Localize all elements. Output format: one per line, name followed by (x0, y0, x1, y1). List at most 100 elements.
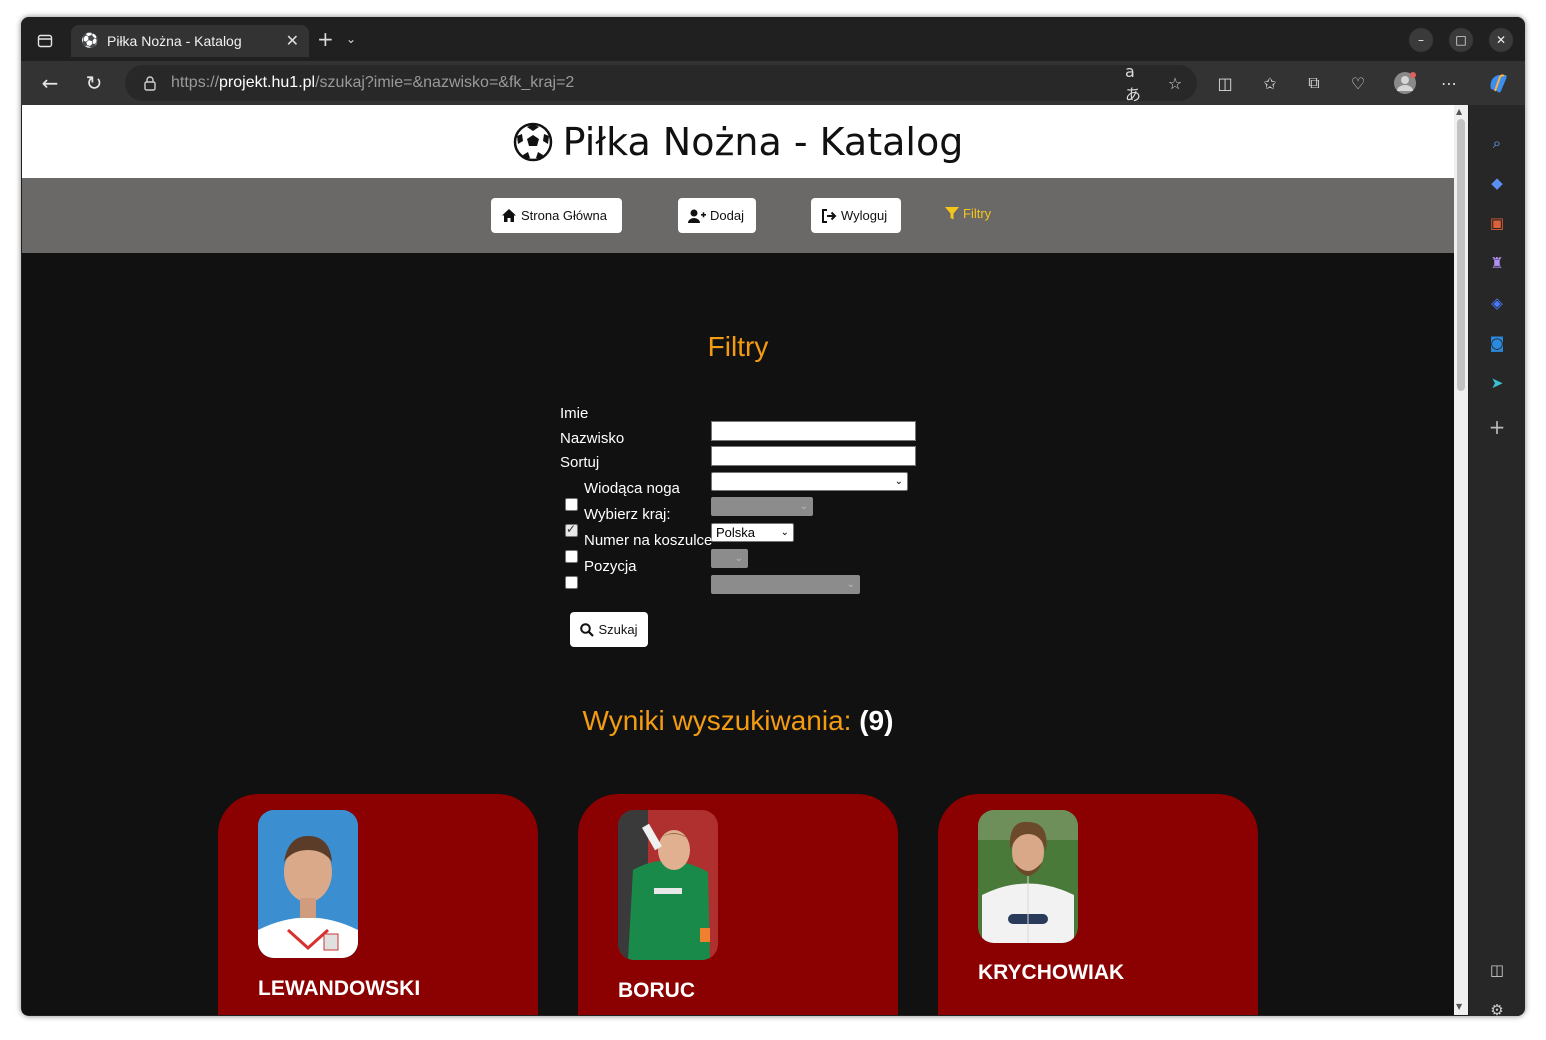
search-button[interactable]: Szukaj (570, 612, 648, 647)
split-screen-icon[interactable]: ◫ (1215, 73, 1235, 93)
search-icon[interactable]: ⌕ (1487, 133, 1507, 153)
player-name: BORUC (618, 979, 695, 1002)
search-icon (580, 622, 595, 637)
games-icon[interactable]: ♜ (1487, 253, 1507, 273)
soccer-ball-icon (513, 122, 552, 161)
position-label: Pozycja (584, 558, 637, 575)
logout-button-label: Wyloguj (841, 208, 888, 223)
browser-essentials-icon[interactable]: ♡ (1348, 73, 1368, 93)
favorite-star-icon[interactable]: ☆ (1165, 73, 1185, 93)
copilot-sidebar-icon[interactable]: ◈ (1487, 293, 1507, 313)
settings-gear-icon[interactable]: ⚙ (1487, 1000, 1507, 1016)
url-path: /szukaj?imie=&nazwisko=&fk_kraj=2 (315, 74, 575, 91)
player-name: KRYCHOWIAK (978, 961, 1125, 984)
tab-active[interactable]: ⚽ Piłka Nożna - Katalog ✕ (71, 25, 309, 57)
player-photo[interactable] (978, 810, 1078, 943)
url-scheme: https:// (171, 74, 220, 91)
close-window-icon[interactable]: ✕ (1489, 28, 1513, 52)
shirt-number-select[interactable]: ⌄ (711, 549, 748, 568)
browser-window: ⚽ Piłka Nożna - Katalog ✕ + ⌄ – □ ✕ ← ↻ … (21, 17, 1525, 1016)
player-name: LEWANDOWSKI (258, 977, 421, 1000)
tools-briefcase-icon[interactable]: ▣ (1487, 213, 1507, 233)
player-photo[interactable] (618, 810, 718, 960)
collections-icon[interactable]: ⧉ (1304, 73, 1324, 93)
chevron-down-icon: ⌄ (799, 501, 808, 512)
player-card[interactable]: KRYCHOWIAK (938, 794, 1258, 1015)
soccer-ball-icon: ⚽ (81, 33, 99, 49)
filters-link[interactable]: Filtry (945, 206, 991, 221)
chevron-down-icon: ⌄ (846, 579, 855, 590)
back-icon[interactable]: ← (38, 71, 62, 95)
chevron-down-icon[interactable]: ⌄ (346, 32, 356, 46)
url-text: https://projekt.hu1.pl/szukaj?imie=&nazw… (171, 74, 574, 92)
foot-checkbox[interactable] (565, 498, 578, 511)
player-card[interactable]: BORUC (578, 794, 898, 1015)
refresh-icon[interactable]: ↻ (82, 71, 106, 95)
country-select[interactable]: Polska ⌄ (711, 523, 794, 542)
results-label: Wyniki wyszukiwania: (582, 705, 852, 736)
url-host: projekt.hu1.pl (219, 74, 316, 91)
tab-bar: ⚽ Piłka Nożna - Katalog ✕ + ⌄ – □ ✕ (21, 17, 1525, 61)
page-viewport: Piłka Nożna - Katalog Strona Główna Doda… (22, 105, 1454, 1015)
translate-icon[interactable]: aあ (1125, 62, 1145, 104)
foot-select[interactable]: ⌄ (711, 497, 813, 516)
site-title: Piłka Nożna - Katalog (513, 120, 963, 164)
add-user-icon (688, 209, 706, 223)
favorites-icon[interactable]: ✩ (1260, 73, 1280, 93)
close-tab-icon[interactable]: ✕ (286, 31, 299, 50)
site-header: Piłka Nożna - Katalog (22, 105, 1454, 178)
home-button-label: Strona Główna (521, 208, 607, 223)
maximize-icon[interactable]: □ (1449, 28, 1473, 52)
main-menu: Strona Główna Dodaj Wyloguj Filtry (22, 178, 1454, 253)
copilot-icon[interactable] (1486, 71, 1510, 95)
new-tab-icon[interactable]: + (317, 29, 334, 49)
scroll-up-icon[interactable]: ▲ (1456, 107, 1462, 116)
shirt-number-label: Numer na koszulce (584, 532, 713, 549)
tab-actions-icon[interactable] (33, 29, 57, 53)
filters-heading: Filtry (707, 331, 769, 362)
outlook-icon[interactable]: ◙ (1487, 333, 1507, 353)
add-button-label: Dodaj (710, 208, 744, 223)
name-input[interactable] (711, 421, 916, 441)
results-heading: Wyniki wyszukiwania: (9) (22, 705, 1454, 737)
logout-icon (822, 208, 837, 223)
tab-title: Piłka Nożna - Katalog (107, 33, 242, 49)
chevron-down-icon: ⌄ (734, 553, 743, 564)
filters-link-label: Filtry (963, 206, 992, 221)
player-card[interactable]: LEWANDOWSKI (218, 794, 538, 1015)
surname-input[interactable] (711, 446, 916, 466)
country-checkbox[interactable] (565, 522, 578, 537)
chevron-down-icon: ⌄ (780, 527, 789, 538)
add-button[interactable]: Dodaj (678, 198, 756, 233)
address-toolbar: ← ↻ https://projekt.hu1.pl/szukaj?imie=&… (21, 61, 1525, 105)
shirt-number-checkbox[interactable] (565, 550, 578, 563)
position-select[interactable]: ⌄ (711, 575, 860, 594)
minimize-icon[interactable]: – (1409, 28, 1433, 52)
shopping-tag-icon[interactable]: ◆ (1487, 173, 1507, 193)
results-count: (9) (859, 705, 894, 736)
send-icon[interactable]: ➤ (1487, 373, 1507, 393)
country-label: Wybierz kraj: (584, 506, 671, 523)
add-sidebar-app-icon[interactable]: + (1487, 415, 1507, 439)
country-select-value: Polska (716, 525, 756, 540)
search-button-label: Szukaj (598, 622, 638, 637)
profile-avatar-icon[interactable] (1393, 71, 1417, 95)
more-options-icon[interactable]: ⋯ (1439, 73, 1459, 93)
home-button[interactable]: Strona Główna (491, 198, 622, 233)
address-bar[interactable]: https://projekt.hu1.pl/szukaj?imie=&nazw… (125, 62, 1197, 104)
logout-button[interactable]: Wyloguj (811, 198, 901, 233)
scroll-thumb[interactable] (1457, 119, 1465, 391)
position-checkbox[interactable] (565, 576, 578, 589)
sort-label: Sortuj (560, 454, 600, 471)
chevron-down-icon: ⌄ (894, 476, 903, 487)
filter-icon (945, 207, 959, 220)
page-scrollbar[interactable]: ▲ ▼ (1454, 105, 1468, 1015)
lock-icon[interactable] (141, 74, 159, 92)
sidebar-panel-icon[interactable]: ◫ (1487, 960, 1507, 980)
scroll-down-icon[interactable]: ▼ (1456, 1002, 1462, 1011)
name-label: Imie (560, 405, 589, 422)
home-icon (502, 209, 516, 222)
sort-select[interactable]: ⌄ (711, 472, 908, 491)
edge-sidebar: ⌕ ◆ ▣ ♜ ◈ ◙ ➤ + ◫ ⚙ (1469, 105, 1525, 1016)
player-photo[interactable] (258, 810, 358, 958)
